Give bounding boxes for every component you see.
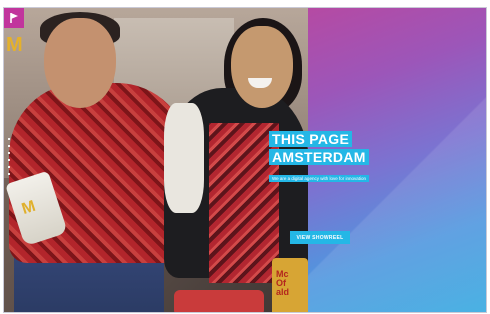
person-left-head	[44, 18, 116, 108]
nav-dot[interactable]	[8, 166, 10, 168]
food-tray	[174, 290, 264, 312]
hero-tagline: We are a digital agency with love for in…	[269, 175, 369, 182]
nav-dot[interactable]	[8, 145, 10, 147]
page: M M Mc Of ald THIS PAGE AMSTERDAM We are…	[3, 7, 487, 313]
nav-dot[interactable]	[8, 152, 10, 154]
headline-line-1: THIS PAGE	[269, 131, 353, 147]
nav-dot[interactable]	[8, 173, 10, 175]
side-navigation-dots[interactable]	[8, 138, 12, 175]
nav-dot[interactable]	[8, 159, 10, 161]
hero-photo: M M Mc Of ald	[4, 8, 308, 312]
hero-headline: THIS PAGE AMSTERDAM We are a digital age…	[269, 131, 369, 185]
site-logo[interactable]	[4, 8, 24, 28]
view-showreel-button[interactable]: VIEW SHOWREEL	[290, 231, 350, 244]
nav-dot[interactable]	[8, 138, 10, 140]
flag-logo-icon	[10, 13, 18, 23]
restaurant-sign: M	[6, 34, 23, 56]
headline-line-2: AMSTERDAM	[269, 149, 369, 165]
person-right-head	[231, 26, 293, 108]
drink-cup-right-text: Mc Of ald	[276, 269, 290, 297]
person-right-sleeve	[164, 103, 204, 213]
